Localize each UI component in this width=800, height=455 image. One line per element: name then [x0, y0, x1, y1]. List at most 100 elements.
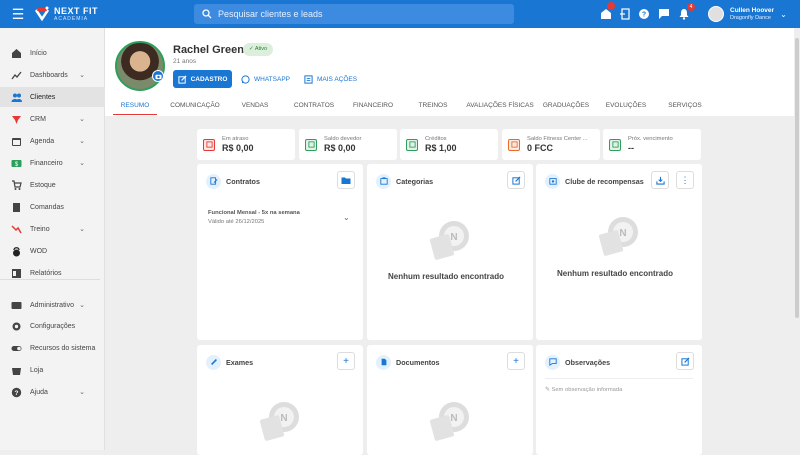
- user-menu[interactable]: Cullen Hoover Dragonfly Dance ⌄: [708, 4, 787, 24]
- sidebar-item-treino[interactable]: Treino ⌄: [0, 219, 105, 239]
- gear-icon: [11, 321, 22, 332]
- kpi-card: Saldo devedor R$ 0,00: [299, 129, 397, 160]
- client-avatar: [115, 41, 165, 91]
- edit-icon: [680, 356, 690, 366]
- sidebar-item-financeiro[interactable]: $ Financeiro ⌄: [0, 153, 105, 173]
- edit-icon: [511, 175, 521, 185]
- contract-validity: Válido até 26/12/2025: [208, 219, 265, 225]
- categorias-title: Categorias: [396, 176, 434, 186]
- kpi-value: R$ 0,00: [222, 143, 254, 153]
- search-input[interactable]: [218, 9, 498, 19]
- kettlebell-icon: [11, 246, 22, 257]
- scrollbar-thumb[interactable]: [795, 38, 799, 318]
- folder-button[interactable]: [337, 171, 355, 189]
- contratos-title: Contratos: [226, 176, 260, 186]
- svg-text:N: N: [619, 228, 626, 239]
- kpi-label: Próx. vencimento: [628, 136, 673, 142]
- chevron-down-icon: ⌄: [79, 116, 85, 123]
- tab-servi-os[interactable]: SERVIÇOS: [663, 96, 707, 115]
- sidebar-item-label: Financeiro: [30, 159, 63, 167]
- whatsapp-label: WHATSAPP: [254, 75, 290, 83]
- sidebar-item-estoque[interactable]: Estoque: [0, 175, 105, 195]
- sidebar-item-crm[interactable]: CRM ⌄: [0, 109, 105, 129]
- svg-text:?: ?: [642, 12, 646, 19]
- tab-avalia-es-f-sicas[interactable]: AVALIAÇÕES FÍSICAS: [464, 96, 536, 115]
- categorias-card: Categorias N Nenhum resultado encontrado: [367, 164, 533, 340]
- sidebar-item-administrativo[interactable]: Administrativo ⌄: [0, 295, 105, 315]
- chevron-down-icon: ⌄: [79, 72, 85, 79]
- money-icon: [203, 138, 215, 151]
- camera-icon[interactable]: [152, 70, 164, 82]
- contract-plan[interactable]: Funcional Mensal - 5x na semana: [208, 210, 300, 216]
- folder-icon: [341, 177, 351, 184]
- search-box[interactable]: [194, 4, 514, 24]
- trend-icon: [11, 224, 22, 235]
- contract-icon: [206, 173, 221, 189]
- brand-sub: ACADEMIA: [54, 16, 89, 22]
- access-icon[interactable]: [617, 6, 633, 22]
- menu-icon[interactable]: ☰: [10, 6, 26, 22]
- kpi-value: 0 FCC: [527, 143, 554, 153]
- more-options-button[interactable]: ⋮: [676, 171, 694, 189]
- kpi-value: --: [628, 143, 634, 153]
- add-documento-button[interactable]: +: [507, 352, 525, 370]
- bell-icon[interactable]: 4: [676, 3, 695, 22]
- contratos-card: Contratos Funcional Mensal - 5x na seman…: [197, 164, 363, 340]
- sidebar-item-dashboards[interactable]: Dashboards ⌄: [0, 65, 105, 85]
- store-icon[interactable]: [598, 2, 615, 22]
- svg-text:N: N: [450, 232, 457, 243]
- tab-resumo[interactable]: RESUMO: [113, 96, 157, 115]
- more-actions-label: MAIS AÇÕES: [317, 75, 358, 83]
- plus-icon: +: [513, 355, 519, 367]
- client-name: Rachel Green: [173, 44, 244, 56]
- kpi-value: R$ 1,00: [425, 143, 457, 153]
- sidebar-item-wod[interactable]: WOD: [0, 241, 105, 261]
- tab-treinos[interactable]: TREINOS: [414, 96, 452, 115]
- edit-observacoes-button[interactable]: [676, 352, 694, 370]
- exames-title: Exames: [226, 357, 254, 367]
- chevron-down-icon: ⌄: [780, 9, 787, 19]
- avatar: [708, 6, 724, 22]
- sidebar-item-relat-rios[interactable]: Relatórios: [0, 263, 105, 283]
- help-icon[interactable]: ?: [636, 6, 652, 22]
- sidebar-item-label: CRM: [30, 115, 46, 123]
- tab-financeiro[interactable]: FINANCEIRO: [348, 96, 398, 115]
- sidebar-item-agenda[interactable]: Agenda ⌄: [0, 131, 105, 151]
- sidebar-divider: [0, 279, 100, 280]
- comment-icon: [545, 354, 560, 370]
- tab-bar: RESUMO COMUNICAÇÃO VENDAS CONTRATOS FINANCEI…: [105, 96, 800, 116]
- edit-categorias-button[interactable]: [507, 171, 525, 189]
- money-icon: [609, 138, 621, 151]
- tab-evolu-es[interactable]: EVOLUÇÕES: [602, 96, 650, 115]
- chevron-down-icon[interactable]: ⌄: [343, 213, 350, 222]
- tab-gradua-es[interactable]: GRADUAÇÕES: [540, 96, 592, 115]
- calendar-icon: [11, 136, 22, 147]
- more-actions-button[interactable]: MAIS AÇÕES: [304, 70, 357, 88]
- sidebar-item-label: Início: [30, 49, 47, 57]
- whatsapp-button[interactable]: WHATSAPP: [241, 70, 290, 88]
- logo[interactable]: NEXT FIT ACADEMIA: [34, 4, 98, 24]
- tab-comunica-o[interactable]: COMUNICAÇÃO: [167, 96, 223, 115]
- sidebar-item-loja[interactable]: Loja: [0, 360, 105, 380]
- empty-state-icon: N: [259, 402, 299, 441]
- scrollbar[interactable]: [794, 28, 800, 450]
- sidebar-item-label: WOD: [30, 247, 48, 255]
- tab-vendas[interactable]: VENDAS: [235, 96, 275, 115]
- rewards-action-button[interactable]: [651, 171, 669, 189]
- sidebar-item-recursos-do-sistema[interactable]: Recursos do sistema: [0, 338, 105, 358]
- sidebar-item-label: Treino: [30, 225, 50, 233]
- empty-observation-text: Sem observação informada: [551, 387, 623, 393]
- sidebar-item-configura-es[interactable]: Configurações: [0, 316, 105, 336]
- sidebar-item-in-cio[interactable]: Início: [0, 43, 105, 63]
- sidebar-item-comandas[interactable]: Comandas: [0, 197, 105, 217]
- sidebar-item-ajuda[interactable]: ? Ajuda ⌄: [0, 382, 105, 402]
- cadastro-button[interactable]: CADASTRO: [173, 70, 232, 88]
- clube-title: Clube de recompensas: [565, 176, 644, 186]
- user-name: Cullen Hoover: [730, 6, 775, 14]
- chat-icon[interactable]: [656, 6, 672, 22]
- kpi-label: Saldo Fitness Center ...: [527, 136, 588, 142]
- tab-contratos[interactable]: CONTRATOS: [290, 96, 338, 115]
- add-exame-button[interactable]: +: [337, 352, 355, 370]
- sidebar-item-clientes[interactable]: Clientes: [0, 87, 105, 107]
- chevron-down-icon: ⌄: [79, 160, 85, 167]
